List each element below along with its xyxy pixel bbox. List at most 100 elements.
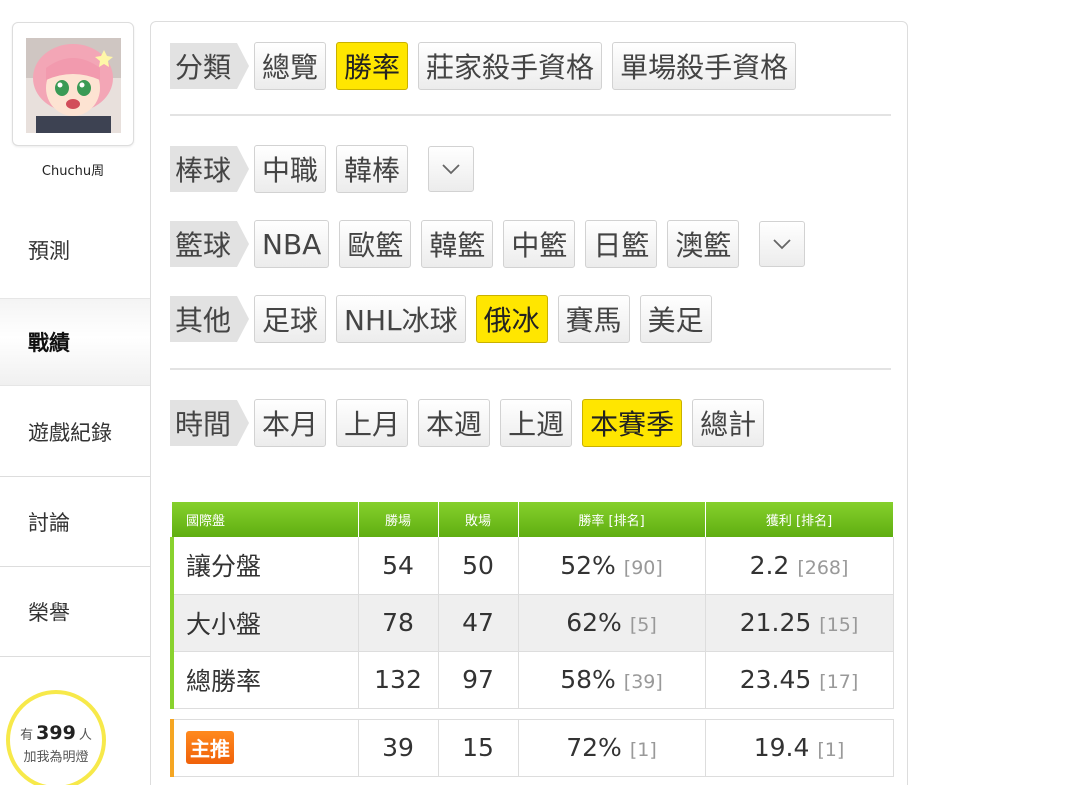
profit-value: 2.2 [749,550,790,580]
follow-cta: 加我為明燈 [23,750,89,765]
chip-this-week[interactable]: 本週 [418,399,491,447]
losses-cell: 15 [438,718,519,777]
chip-nba[interactable]: NBA [254,220,330,268]
nav-item-label: 討論 [28,511,70,535]
filter-row-basketball: 籃球 NBA 歐籃 韓籃 中籃 日籃 澳籃 [170,219,806,269]
nav-item-game-log[interactable]: 遊戲紀錄 [0,402,152,462]
profit-value: 19.4 [753,733,810,762]
profit-rank: [17] [819,671,859,693]
fan-prefix: 有 [20,728,34,743]
chevron-down-icon [773,239,792,250]
username: Chuchu周 [41,164,105,179]
chip-australia-basketball[interactable]: 澳籃 [667,220,740,268]
chip-last-week[interactable]: 上週 [500,399,573,447]
chip-japan-basketball[interactable]: 日籃 [585,220,658,268]
filter-row-baseball: 棒球 中職 韓棒 [170,144,475,194]
chip-this-season[interactable]: 本賽季 [582,399,683,447]
nav-divider [0,476,150,477]
win-rate-rank: [90] [623,556,663,579]
chip-horse-racing[interactable]: 賽馬 [557,295,630,343]
wins-cell: 132 [358,651,439,709]
profit-cell: 21.25 [15] [705,594,894,652]
chip-china-basketball[interactable]: 中籃 [503,220,576,268]
win-rate-value: 72% [566,733,622,762]
col-header-market: 國際盤 [172,502,359,537]
chip-bookmaker-killer[interactable]: 莊家殺手資格 [418,42,603,90]
nav-item-predictions[interactable]: 預測 [0,225,152,275]
section-divider [170,114,891,116]
table-spacer [172,708,893,719]
table-row-featured: 主推 39 15 72% [1] 19.4 [1] [170,718,894,777]
chip-single-killer[interactable]: 單場殺手資格 [612,42,797,90]
records-panel: 分類 總覽 勝率 莊家殺手資格 單場殺手資格 棒球 中職 韓棒 籃球 NBA 歐… [150,21,908,785]
table-header-row: 國際盤 勝場 敗場 勝率 [排名] 獲利 [排名] [172,502,894,537]
nav-item-label: 榮譽 [28,601,70,625]
col-header-win-rate: 勝率 [排名] [518,502,706,537]
profit-value: 21.25 [739,608,812,637]
wins-cell: 78 [358,594,439,652]
profit-cell: 19.4 [1] [705,718,894,777]
profit-cell: 2.2 [268] [705,537,894,595]
filter-row-time: 時間 本月 上月 本週 上週 本賽季 總計 [170,398,774,448]
win-rate-value: 62% [566,608,622,637]
chip-korea-basketball[interactable]: 韓籃 [421,220,494,268]
chip-american-football[interactable]: 美足 [639,295,712,343]
chip-all-time[interactable]: 總計 [692,399,765,447]
chip-overview[interactable]: 總覽 [254,42,327,90]
filter-row-category: 分類 總覽 勝率 莊家殺手資格 單場殺手資格 [170,41,806,91]
nav-item-records[interactable]: 戰績 [0,298,152,386]
basketball-more-dropdown[interactable] [759,221,806,267]
nav-divider [0,566,150,567]
win-rate-cell: 62% [5] [518,594,706,652]
baseball-more-dropdown[interactable] [428,146,475,192]
chip-last-month[interactable]: 上月 [336,399,409,447]
nav-item-label: 預測 [28,239,70,263]
losses-cell: 97 [438,651,519,709]
row-label: 主推 [170,718,359,777]
chip-euro-basketball[interactable]: 歐籃 [339,220,412,268]
filter-label-other: 其他 [170,296,250,342]
avatar[interactable] [26,38,121,133]
win-rate-value: 52% [560,550,616,580]
nav-item-label: 戰績 [28,331,70,355]
table-row: 讓分盤 54 50 52% [90] 2.2 [268] [170,537,894,595]
win-rate-cell: 72% [1] [518,718,706,777]
chip-cpbl[interactable]: 中職 [254,145,327,193]
wins-cell: 54 [358,537,439,595]
chip-nhl[interactable]: NHL冰球 [336,295,466,343]
chip-khl[interactable]: 俄冰 [475,295,548,343]
profit-cell: 23.45 [17] [705,651,894,709]
chevron-down-icon [442,164,460,175]
col-header-profit: 獲利 [排名] [705,502,894,537]
fan-count: 399 [36,722,76,744]
losses-cell: 47 [438,594,519,652]
filter-label-time: 時間 [170,400,250,446]
nav-item-discussion[interactable]: 討論 [0,492,152,552]
win-rate-rank: [5] [629,614,657,636]
row-label: 總勝率 [170,651,359,709]
table-row: 總勝率 132 97 58% [39] 23.45 [17] [170,651,894,709]
col-header-losses: 敗場 [438,502,519,537]
chip-this-month[interactable]: 本月 [254,399,327,447]
win-rate-cell: 58% [39] [518,651,706,709]
losses-cell: 50 [438,537,519,595]
nav-divider [0,656,150,657]
profit-value: 23.45 [739,665,812,694]
featured-badge: 主推 [186,731,234,764]
win-rate-value: 58% [560,665,616,694]
chip-kbo[interactable]: 韓棒 [336,145,409,193]
avatar-frame[interactable] [12,22,134,146]
profit-rank: [1] [817,739,845,761]
filter-row-other: 其他 足球 NHL冰球 俄冰 賽馬 美足 [170,294,722,344]
follow-badge[interactable]: 有 399 人 加我為明燈 [6,690,106,785]
nav-item-honors[interactable]: 榮譽 [0,582,152,642]
nav-item-label: 遊戲紀錄 [28,421,112,445]
chip-soccer[interactable]: 足球 [254,295,327,343]
chip-win-rate[interactable]: 勝率 [336,42,409,90]
col-header-wins: 勝場 [358,502,439,537]
win-rate-rank: [1] [629,739,657,761]
fan-count-line: 有 399 人 [10,722,102,744]
fan-suffix: 人 [78,728,92,743]
filter-label-category: 分類 [170,43,250,89]
table-row: 大小盤 78 47 62% [5] 21.25 [15] [170,594,894,652]
